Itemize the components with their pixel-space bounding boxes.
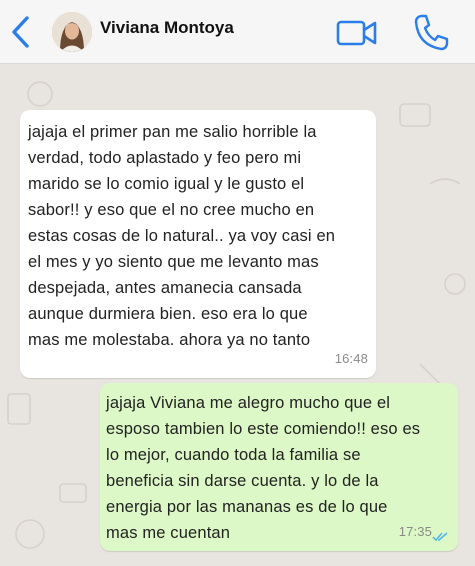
- message-time: 17:35: [398, 524, 432, 539]
- outgoing-message[interactable]: jajaja Viviana me alegro mucho que el es…: [100, 383, 458, 551]
- chat-header: Viviana Montoya: [0, 0, 475, 64]
- video-call-button[interactable]: [336, 19, 378, 47]
- contact-photo: [52, 12, 92, 52]
- chevron-left-icon: [12, 16, 29, 48]
- read-receipt-icon: [432, 532, 448, 542]
- message-time: 16:48: [334, 351, 368, 366]
- avatar[interactable]: [52, 12, 92, 52]
- phone-icon: [414, 14, 449, 51]
- contact-name[interactable]: Viviana Montoya: [100, 18, 234, 38]
- back-button[interactable]: [8, 14, 36, 50]
- message-text: jajaja el primer pan me salio horrible l…: [28, 123, 336, 349]
- video-camera-icon: [336, 20, 377, 46]
- incoming-message[interactable]: jajaja el primer pan me salio horrible l…: [20, 110, 376, 378]
- voice-call-button[interactable]: [412, 12, 450, 52]
